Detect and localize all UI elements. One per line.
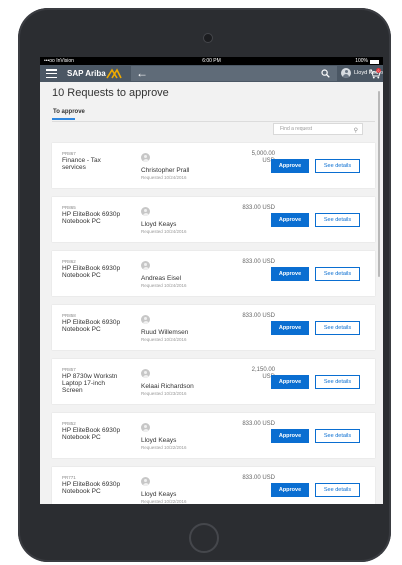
avatar — [141, 207, 150, 216]
request-card[interactable]: PR867 Finance - Tax services Christopher… — [52, 143, 375, 188]
page-margin — [0, 0, 12, 565]
see-details-button[interactable]: See details — [315, 429, 360, 443]
see-details-button[interactable]: See details — [315, 213, 360, 227]
requester-name: Lloyd Keays — [141, 491, 177, 498]
request-amount: 833.00 USD — [242, 205, 275, 211]
camera-icon — [203, 33, 213, 43]
search-input[interactable]: Find a request ⚲ — [273, 123, 363, 135]
request-title: HP EliteBook 6930p Notebook PC — [62, 427, 121, 441]
request-amount: 833.00 USD — [242, 259, 275, 265]
ariba-logo-icon — [106, 68, 122, 79]
requester-name: Christopher Prall — [141, 167, 190, 174]
requested-date: Requested 10/24/2016 — [141, 283, 187, 288]
approve-button[interactable]: Approve — [271, 483, 309, 497]
request-card[interactable]: PR862 HP EliteBook 6930p Notebook PC And… — [52, 251, 375, 296]
avatar — [141, 315, 150, 324]
avatar — [141, 369, 150, 378]
search-icon: ⚲ — [353, 128, 358, 134]
home-button[interactable] — [189, 523, 219, 553]
requested-date: Requested 10/23/2016 — [141, 391, 187, 396]
request-title: HP EliteBook 6930p Notebook PC — [62, 481, 121, 495]
request-card[interactable]: PR865 HP EliteBook 6930p Notebook PC Llo… — [52, 197, 375, 242]
see-details-button[interactable]: See details — [315, 375, 360, 389]
requested-date: Requested 10/24/2016 — [141, 175, 187, 180]
request-id: PR852 — [62, 421, 76, 426]
request-card[interactable]: PR771 HP EliteBook 6930p Notebook PC Llo… — [52, 467, 375, 504]
request-amount: 833.00 USD — [242, 421, 275, 427]
tab-to-approve[interactable]: To approve — [53, 109, 85, 115]
menu-icon[interactable] — [46, 69, 57, 78]
approve-button[interactable]: Approve — [271, 267, 309, 281]
see-details-button[interactable]: See details — [315, 321, 360, 335]
approve-button[interactable]: Approve — [271, 159, 309, 173]
request-title: HP EliteBook 6930p Notebook PC — [62, 265, 121, 279]
request-title: HP EliteBook 6930p Notebook PC — [62, 211, 121, 225]
requested-date: Requested 10/22/2016 — [141, 499, 187, 504]
request-title: Finance - Tax services — [62, 157, 101, 171]
request-id: PR867 — [62, 151, 76, 156]
clock: 6:00 PM — [202, 58, 221, 64]
requester-name: Kelaai Richardson — [141, 383, 194, 390]
approve-button[interactable]: Approve — [271, 321, 309, 335]
see-details-button[interactable]: See details — [315, 159, 360, 173]
search-placeholder: Find a request — [280, 126, 312, 132]
requester-name: Andreas Eisel — [141, 275, 182, 282]
avatar — [141, 477, 150, 486]
scrollbar[interactable] — [378, 91, 380, 277]
battery-icon — [370, 60, 379, 64]
battery-status: 100% — [355, 57, 379, 65]
requested-date: Requested 10/24/2016 — [141, 229, 187, 234]
request-id: PR857 — [62, 367, 76, 372]
brand-name: SAP Ariba — [67, 69, 106, 78]
avatar — [141, 153, 150, 162]
app-header: SAP Ariba ← Lloyd Keays 0 — [40, 65, 383, 82]
search-icon[interactable] — [321, 69, 330, 78]
request-amount: 833.00 USD — [242, 313, 275, 319]
request-card[interactable]: PR852 HP EliteBook 6930p Notebook PC Llo… — [52, 413, 375, 458]
status-bar: •••oo InVision 6:00 PM 100% — [40, 57, 383, 65]
request-id: PR865 — [62, 205, 76, 210]
avatar — [141, 261, 150, 270]
request-id: PR858 — [62, 313, 76, 318]
see-details-button[interactable]: See details — [315, 267, 360, 281]
user-avatar[interactable] — [341, 68, 351, 78]
see-details-button[interactable]: See details — [315, 483, 360, 497]
request-amount: 833.00 USD — [242, 475, 275, 481]
requester-name: Ruud Willemsen — [141, 329, 189, 336]
avatar — [141, 423, 150, 432]
active-tab-indicator — [52, 118, 75, 120]
header-context-bar — [131, 66, 337, 81]
request-card[interactable]: PR857 HP 8730w Workstn Laptop 17-inch Sc… — [52, 359, 375, 404]
request-id: PR771 — [62, 475, 76, 480]
page-title: 10 Requests to approve — [52, 87, 169, 99]
request-card[interactable]: PR858 HP EliteBook 6930p Notebook PC Ruu… — [52, 305, 375, 350]
approve-button[interactable]: Approve — [271, 213, 309, 227]
requested-date: Requested 10/24/2016 — [141, 337, 187, 342]
requester-name: Lloyd Keays — [141, 221, 177, 228]
back-arrow-icon[interactable]: ← — [136, 66, 148, 81]
request-title: HP 8730w Workstn Laptop 17-inch Screen — [62, 373, 118, 394]
approve-button[interactable]: Approve — [271, 429, 309, 443]
request-id: PR862 — [62, 259, 76, 264]
request-title: HP EliteBook 6930p Notebook PC — [62, 319, 121, 333]
app-screen: •••oo InVision 6:00 PM 100% SAP Ariba ← … — [40, 57, 383, 504]
requested-date: Requested 10/22/2016 — [141, 445, 187, 450]
tab-divider — [52, 121, 375, 122]
battery-label: 100% — [355, 58, 368, 64]
cart-icon[interactable]: 0 — [369, 68, 381, 79]
requester-name: Lloyd Keays — [141, 437, 177, 444]
approve-button[interactable]: Approve — [271, 375, 309, 389]
